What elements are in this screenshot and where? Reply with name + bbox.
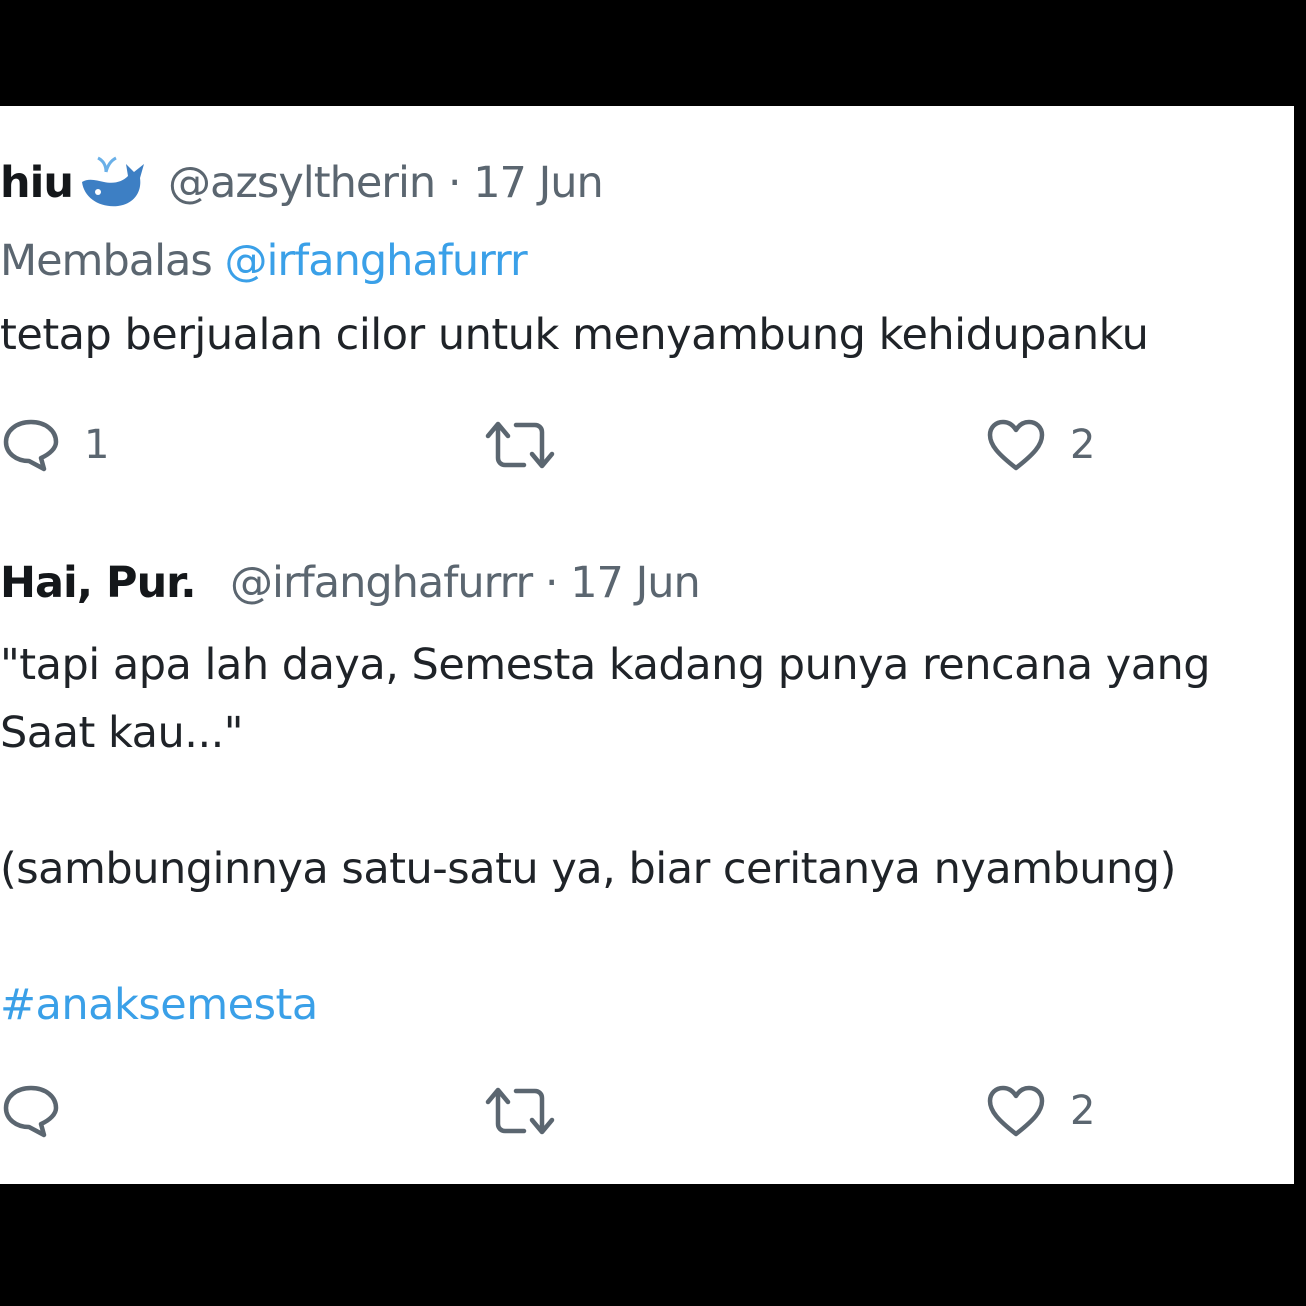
retweet-button[interactable] [484,1084,556,1138]
hashtag-link[interactable]: #anaksemesta [0,980,318,1030]
reply-prefix: Membalas [0,236,213,286]
reply-to-link[interactable]: @irfanghafurrr [224,236,527,286]
like-button[interactable]: 2 [986,418,1095,472]
like-count: 2 [1070,1088,1096,1134]
reply-context: Membalas @irfanghafurrr [0,236,528,286]
meta-separator: · [544,558,559,608]
tweet-body-line-2: Saat kau..." [0,708,244,758]
user-handle[interactable]: @irfanghafurrr [230,558,533,608]
reply-button[interactable]: 1 [2,418,109,472]
reply-button[interactable] [2,1084,60,1138]
tweet-thread: hiu @azsyltherin · 17 Jun Membalas @irfa… [0,106,1294,1184]
tweet-body-line-3: (sambunginnya satu-satu ya, biar ceritan… [0,844,1176,894]
user-handle[interactable]: @azsyltherin [168,158,436,208]
whale-icon [78,152,148,217]
tweet-body-line-1: "tapi apa lah daya, Semesta kadang punya… [0,640,1211,690]
retweet-button[interactable] [484,418,556,472]
reply-count: 1 [84,422,110,468]
tweet-date[interactable]: 17 Jun [473,158,604,208]
retweet-icon [485,1087,555,1135]
tweet-meta: @azsyltherin · 17 Jun [168,158,604,208]
retweet-icon [485,421,555,469]
display-name[interactable]: Hai, Pur. [0,558,197,608]
heart-icon [987,419,1045,471]
tweet-body: tetap berjualan cilor untuk menyambung k… [0,310,1149,360]
speech-bubble-icon [3,1085,59,1138]
heart-icon [987,1085,1045,1137]
display-name[interactable]: hiu [0,158,74,208]
like-count: 2 [1070,422,1096,468]
speech-bubble-icon [3,419,59,472]
tweet-meta: @irfanghafurrr · 17 Jun [230,558,701,608]
like-button[interactable]: 2 [986,1084,1095,1138]
tweet-date[interactable]: 17 Jun [570,558,701,608]
meta-separator: · [447,158,462,208]
